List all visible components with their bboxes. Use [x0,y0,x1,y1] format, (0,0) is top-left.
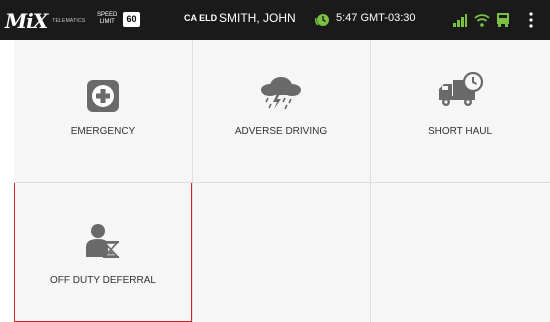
clock-time: 5:47 GMT-03:30 [336,12,416,24]
brand-subtitle: TELEMATICS [52,18,86,24]
speed-limit-label-line2: LIMIT [99,19,115,25]
person-hourglass-icon [86,224,119,258]
driver-name[interactable]: SMITH, JOHN [219,11,296,25]
speed-limit-value: 60 [123,12,140,27]
tile-adverse-driving[interactable]: ADVERSE DRIVING [192,40,370,182]
tile-label: SHORT HAUL [427,126,493,137]
brand-logo: MiX [5,9,48,33]
signal-icon [453,14,467,27]
tile-short-haul[interactable]: SHORT HAUL [370,40,550,182]
first-aid-icon [87,80,119,112]
speed-limit-label: SPEED LIMIT [97,12,117,26]
tile-off-duty-deferral[interactable]: OFF DUTY DEFERRAL [14,182,192,322]
speed-limit-label-line1: SPEED [97,12,118,18]
overflow-menu-icon[interactable] [528,10,534,30]
tile-label: EMERGENCY [70,126,136,137]
eld-badge[interactable]: CA ELD [184,13,217,23]
truck-icon[interactable] [496,12,510,28]
grid-divider [370,40,371,322]
grid-divider [192,40,193,322]
brand: MiX TELEMATICS [5,9,85,33]
status-bar: MiX TELEMATICS SPEED LIMIT 60 CA ELD SMI… [0,0,550,40]
exemption-grid: EMERGENCY ADVERSE DRIVING SHORT HAUL OFF… [14,40,550,322]
tile-emergency[interactable]: EMERGENCY [14,40,192,182]
grid-divider [14,182,550,183]
truck-clock-icon [439,72,483,106]
tile-label: ADVERSE DRIVING [234,126,328,137]
tile-empty [370,182,550,322]
tile-empty [192,182,370,322]
hos-clock-icon[interactable] [314,12,330,28]
wifi-icon [474,14,490,27]
storm-cloud-icon [261,77,301,110]
tile-label: OFF DUTY DEFERRAL [50,275,156,286]
